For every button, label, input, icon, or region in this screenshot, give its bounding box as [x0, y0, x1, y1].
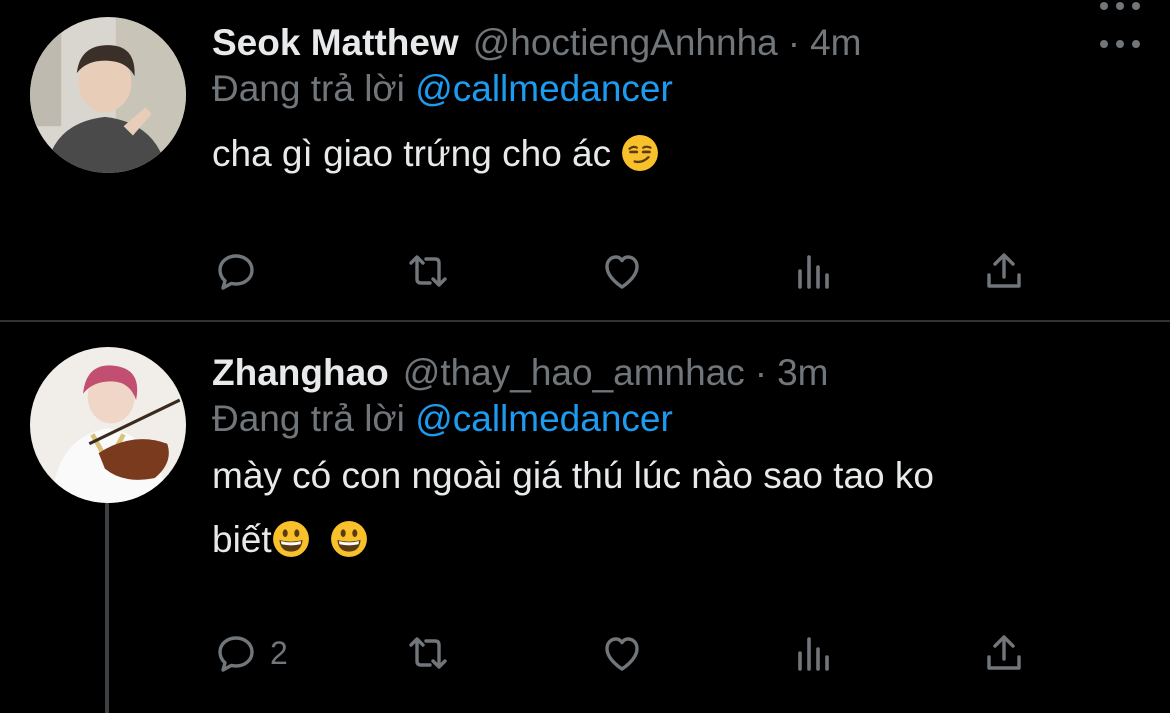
like-button[interactable]: [598, 628, 646, 678]
mention-link[interactable]: @callmedancer: [415, 398, 673, 439]
tweet-text-line: mày có con ngoài giá thú lúc nào sao tao…: [212, 455, 934, 496]
views-icon: [798, 637, 829, 671]
reply-prefix: Đang trả lời: [212, 68, 405, 109]
tweet-text: cha gì giao trứng cho ác: [212, 122, 1140, 186]
tweet-header: Seok Matthew @hoctiengAnhnha · 4m: [212, 20, 1140, 66]
tweet[interactable]: Seok Matthew @hoctiengAnhnha · 4m Đang t…: [0, 0, 1170, 320]
retweet-button[interactable]: [404, 246, 452, 296]
avatar[interactable]: [30, 17, 186, 173]
tweet-text: mày có con ngoài giá thú lúc nào sao tao…: [212, 444, 1140, 572]
retweet-button[interactable]: [404, 628, 452, 678]
reply-icon: [218, 636, 254, 672]
grinning-face-emoji: [331, 521, 368, 557]
reply-button[interactable]: 2: [212, 628, 288, 678]
more-icon[interactable]: [1100, 0, 1140, 12]
mention-link[interactable]: @callmedancer: [415, 68, 673, 109]
share-icon: [987, 635, 1021, 670]
reply-count: 2: [270, 634, 288, 671]
like-icon: [605, 255, 639, 289]
retweet-icon: [409, 637, 447, 669]
share-button[interactable]: [980, 246, 1028, 296]
retweet-icon: [409, 255, 447, 287]
tweet-text-body: cha gì giao trứng cho ác: [212, 133, 612, 174]
display-name[interactable]: Seok Matthew: [212, 20, 459, 66]
user-handle[interactable]: @thay_hao_amnhac: [403, 350, 745, 396]
timestamp[interactable]: 4m: [810, 20, 861, 66]
reply-icon: [218, 254, 254, 290]
timestamp[interactable]: 3m: [777, 350, 828, 396]
tweet-text-line-2: biết: [212, 508, 1140, 572]
separator-dot: ·: [754, 352, 768, 393]
grinning-face-emoji: [272, 521, 309, 557]
tweet-header: Zhanghao @thay_hao_amnhac · 3m: [212, 350, 1140, 396]
like-button[interactable]: [598, 246, 646, 296]
thread-line: [105, 503, 109, 713]
avatar-image: [30, 17, 186, 173]
reply-button[interactable]: [212, 246, 270, 296]
user-handle[interactable]: @hoctiengAnhnha: [473, 20, 778, 66]
tweet-actions: 2: [212, 628, 1032, 678]
views-button[interactable]: [790, 246, 838, 296]
tweet-text-body: biết: [212, 519, 272, 560]
display-name[interactable]: Zhanghao: [212, 350, 389, 396]
avatar[interactable]: [30, 347, 186, 503]
views-icon: [798, 255, 829, 289]
like-icon: [605, 637, 639, 671]
separator-dot: ·: [787, 22, 801, 63]
share-icon: [987, 253, 1021, 288]
tweet-actions: [212, 246, 1032, 296]
avatar-image: [30, 347, 186, 503]
share-button[interactable]: [980, 628, 1028, 678]
replying-to: Đang trả lời @callmedancer: [212, 66, 1140, 112]
views-button[interactable]: [790, 628, 838, 678]
more-icon[interactable]: [1100, 38, 1140, 50]
reply-prefix: Đang trả lời: [212, 398, 405, 439]
replying-to: Đang trả lời @callmedancer: [212, 396, 1140, 442]
smirking-face-emoji: [622, 135, 659, 171]
tweet[interactable]: Zhanghao @thay_hao_amnhac · 3m Đang trả …: [0, 322, 1170, 713]
